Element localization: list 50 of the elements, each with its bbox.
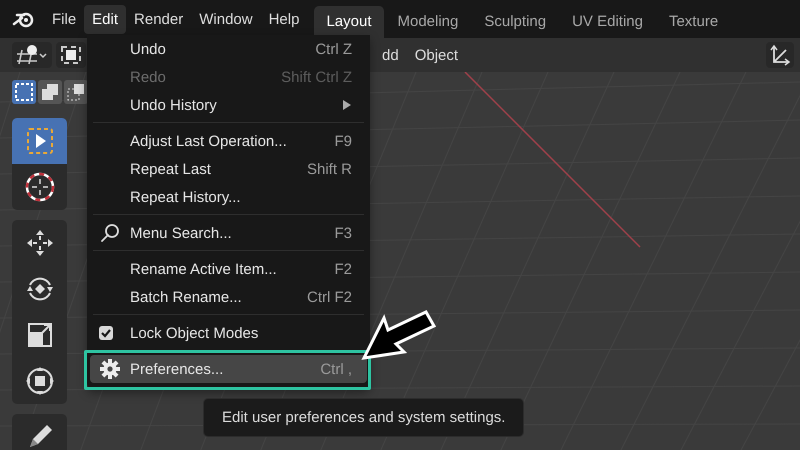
select-box-icon <box>24 126 54 156</box>
shortcut-label: Shift R <box>306 160 352 178</box>
menu-bar-item[interactable]: Window <box>191 4 261 34</box>
menu-bar-item[interactable]: Edit <box>84 4 126 34</box>
workspace-tab[interactable]: Sculpting <box>472 6 558 38</box>
shortcut-label: Ctrl , <box>320 360 352 378</box>
extend-selection-icon <box>41 83 59 101</box>
header-menu-item[interactable]: dd <box>374 46 407 64</box>
3d-cursor-icon <box>24 171 56 203</box>
mode-dropdown[interactable] <box>12 42 52 68</box>
workspace-tab[interactable]: Layout <box>314 6 384 38</box>
menu-bar-item[interactable]: Help <box>260 4 308 34</box>
menu-item[interactable]: Undo Ctrl Z <box>87 35 370 63</box>
transform-icon <box>24 365 56 397</box>
select-mode-button[interactable] <box>64 80 88 104</box>
menu-item[interactable]: Undo History <box>87 91 370 119</box>
menu-item[interactable]: Menu Search... F3 <box>87 219 370 247</box>
shortcut-label: Shift Ctrl Z <box>281 68 352 86</box>
box-icon <box>59 44 83 66</box>
settings-icon <box>99 358 121 380</box>
menu-bar-item[interactable]: File <box>44 4 84 34</box>
shortcut-label: Ctrl F2 <box>307 288 352 306</box>
menu-item[interactable]: Batch Rename... Ctrl F2 <box>87 283 370 311</box>
select-toggle[interactable] <box>56 42 86 68</box>
menu-item[interactable]: Repeat History... <box>87 183 370 211</box>
select-mode-button[interactable] <box>38 80 62 104</box>
menu-item[interactable]: Adjust Last Operation... F9 <box>87 127 370 155</box>
workspace-tab[interactable]: Modeling <box>386 6 470 38</box>
header-menu-item[interactable]: Object <box>406 46 466 64</box>
new-selection-icon <box>15 83 33 101</box>
menu-item[interactable]: Lock Object Modes <box>87 319 370 347</box>
shortcut-label: F9 <box>334 132 352 150</box>
subtract-selection-icon <box>67 83 85 101</box>
menu-item[interactable]: Rename Active Item... F2 <box>87 255 370 283</box>
object-mode-icon <box>15 44 49 66</box>
shortcut-label: F3 <box>334 224 352 242</box>
shortcut-label: Ctrl Z <box>315 40 352 58</box>
workspace-tab[interactable]: Texture <box>656 6 730 38</box>
menu-bar-item[interactable]: Render <box>126 4 192 34</box>
menu-item[interactable]: Repeat Last Shift R <box>87 155 370 183</box>
axes-icon <box>769 44 791 66</box>
menu-item[interactable]: Preferences... Ctrl , <box>90 355 367 383</box>
app-logo-icon <box>12 10 34 28</box>
submenu-arrow-icon <box>342 100 352 110</box>
shortcut-label: F2 <box>334 260 352 278</box>
transform-gizmo-toggle[interactable] <box>766 42 794 68</box>
search-icon <box>99 222 121 244</box>
workspace-tab[interactable]: UV Editing <box>560 6 655 38</box>
tooltip: Edit user preferences and system settings. <box>203 398 524 437</box>
checkbox[interactable] <box>99 326 113 340</box>
